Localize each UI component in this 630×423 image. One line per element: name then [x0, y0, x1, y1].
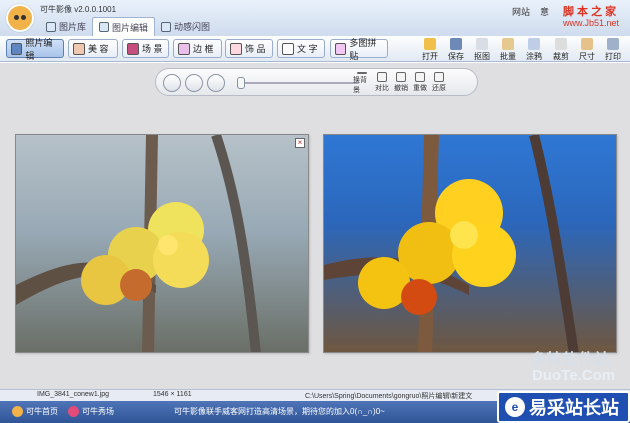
actual-size-icon[interactable]	[207, 74, 225, 92]
zoom-slider-handle[interactable]	[237, 77, 245, 89]
close-icon[interactable]: ×	[295, 138, 305, 148]
resize-button[interactable]: 尺寸	[574, 36, 600, 62]
viewer-control-bar: 换背景 对比 撤销 重做 还原	[155, 68, 478, 96]
compare-button[interactable]: 对比	[373, 72, 391, 94]
footer-show-link[interactable]: 可牛秀场	[68, 406, 114, 417]
crop-icon	[555, 38, 567, 50]
brush-icon	[528, 38, 540, 50]
resize-icon	[581, 38, 593, 50]
undo-button[interactable]: 撤销	[392, 72, 410, 94]
swap-background-button[interactable]: 换背景	[353, 72, 371, 94]
crop-button[interactable]: 裁剪	[548, 36, 574, 62]
footer-home-link[interactable]: 可牛首页	[12, 406, 58, 417]
original-photo-image	[16, 135, 261, 352]
more-link[interactable]: 意	[540, 5, 549, 18]
tool-scene[interactable]: 场 景	[122, 39, 169, 58]
redo-button[interactable]: 重做	[411, 72, 429, 94]
watermark-top: 脚 本 之 家	[563, 6, 617, 18]
status-filename: IMG_3841_conew1.jpg	[37, 391, 109, 398]
tab-image-edit[interactable]: 图片编辑	[92, 17, 156, 36]
main-tabs: 图片库 图片编辑 动感闪图	[40, 17, 216, 36]
photo-edit-icon	[11, 42, 23, 55]
tool-accessory[interactable]: 饰 品	[225, 39, 273, 58]
top-links: 网站 意	[512, 5, 549, 18]
watermark-site: DuoTe.Com	[532, 367, 616, 384]
animation-icon	[161, 21, 172, 32]
printer-icon	[607, 38, 619, 50]
tool-beauty[interactable]: 美 容	[68, 39, 118, 58]
frame-icon	[178, 42, 190, 55]
undo-icon	[396, 72, 406, 82]
heart-icon	[68, 406, 79, 417]
collage-icon	[335, 42, 347, 55]
site-badge: e 易采站长站	[497, 391, 630, 423]
tool-photo-edit[interactable]: 照片编辑	[6, 38, 64, 61]
tab-gallery[interactable]: 图片库	[40, 17, 92, 36]
text-icon	[282, 42, 294, 55]
redo-icon	[415, 72, 425, 82]
restore-icon	[434, 72, 444, 82]
title-bar: 可牛影像 v2.0.0.1001 图片库 图片编辑 动感闪图 网站 意 脚 本 …	[0, 0, 630, 36]
batch-icon	[502, 38, 514, 50]
site-logo-icon: e	[505, 397, 525, 417]
cutout-icon	[476, 38, 488, 50]
website-link[interactable]: 网站	[512, 5, 530, 18]
face-icon	[73, 42, 85, 55]
folder-icon	[424, 38, 436, 50]
save-icon	[450, 38, 462, 50]
tab-animated-gif[interactable]: 动感闪图	[155, 17, 216, 36]
fit-window-icon[interactable]	[185, 74, 203, 92]
cutout-button[interactable]: 抠图	[469, 36, 495, 62]
footer-message: 可牛影像联手威客网打造高清场景，期待您的加入0(∩_∩)0~	[174, 407, 385, 416]
batch-button[interactable]: 批量	[495, 36, 521, 62]
gallery-icon	[46, 21, 56, 32]
app-title: 可牛影像 v2.0.0.1001	[40, 5, 117, 14]
app-logo-icon	[6, 4, 34, 32]
print-button[interactable]: 打印	[600, 36, 626, 62]
edit-toolbar: 照片编辑 美 容 场 景 边 框 饰 品 文 字 多图拼贴 打开 保存 抠图 批…	[0, 36, 630, 62]
edited-photo	[323, 134, 617, 353]
zoom-slider[interactable]	[239, 82, 359, 84]
compare-icon	[377, 72, 387, 82]
tool-text[interactable]: 文 字	[277, 39, 325, 58]
save-button[interactable]: 保存	[443, 36, 469, 62]
watermark-url: www.Jb51.net	[563, 18, 620, 28]
status-path: C:\Users\Spring\Documents\gongruo\照片编辑\新…	[305, 393, 473, 400]
original-photo: ×	[15, 134, 309, 353]
edited-photo-image	[324, 135, 579, 352]
doodle-button[interactable]: 涂鸦	[521, 36, 547, 62]
scene-icon	[127, 42, 139, 55]
restore-button[interactable]: 还原	[430, 72, 448, 94]
status-dimensions: 1546 × 1161	[153, 391, 192, 398]
tool-collage[interactable]: 多图拼贴	[330, 38, 388, 61]
bow-icon	[230, 42, 242, 55]
edit-icon	[99, 22, 110, 32]
tool-frame[interactable]: 边 框	[173, 39, 222, 58]
open-button[interactable]: 打开	[417, 36, 443, 62]
rotate-icon[interactable]	[163, 74, 181, 92]
swap-icon	[357, 72, 367, 74]
home-icon	[12, 406, 23, 417]
